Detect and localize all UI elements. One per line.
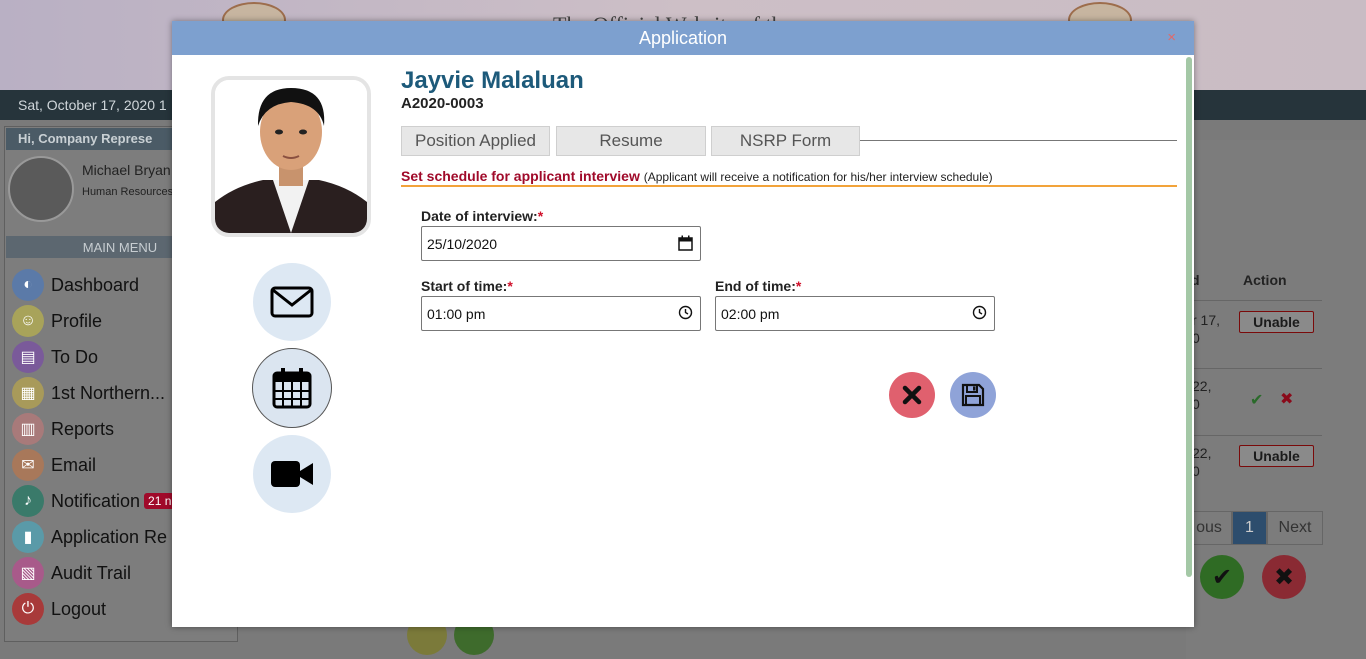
sidebar-item-label: Audit Trail — [51, 562, 132, 583]
table-header-action[interactable]: Action — [1243, 272, 1287, 288]
modal-scrollbar[interactable] — [1186, 57, 1192, 577]
sidebar-item-to-do[interactable]: ▤ To Do — [12, 341, 98, 373]
audit-icon: ▧ — [12, 557, 44, 589]
pager-next[interactable]: Next — [1267, 511, 1323, 545]
approve-all-button[interactable]: ✔ — [1200, 555, 1244, 599]
tab-nsrp-form[interactable]: NSRP Form — [711, 126, 860, 156]
calendar-icon — [272, 368, 312, 409]
modal-header: Application × — [172, 21, 1194, 55]
start-time-value: 01:00 pm — [427, 306, 486, 322]
tab-divider — [860, 140, 1177, 141]
applicant-name: Jayvie Malaluan — [401, 67, 584, 94]
sidebar-item-dashboard[interactable]: ◐ Dashboard — [12, 269, 139, 301]
sidebar-item-reports[interactable]: ▥ Reports — [12, 413, 114, 445]
user-name: Michael Bryan — [82, 162, 171, 178]
reject-all-button[interactable]: ✖ — [1262, 555, 1306, 599]
todo-icon: ▤ — [12, 341, 44, 373]
required-mark: * — [795, 278, 802, 294]
start-label-text: Start of time: — [421, 278, 508, 294]
sidebar-item-audit-trail[interactable]: ▧ Audit Trail — [12, 557, 131, 589]
cancel-button[interactable] — [889, 372, 935, 418]
end-time-label: End of time:* — [715, 278, 801, 294]
application-modal: Application × Jayvie Malaluan A2020-0003… — [172, 21, 1194, 627]
avatar — [8, 156, 74, 222]
date-of-interview-input[interactable]: 25/10/2020 — [421, 226, 701, 261]
calendar-picker-icon[interactable] — [678, 235, 693, 251]
sidebar-item-application-re[interactable]: ▮ Application Re — [12, 521, 167, 553]
bookmark-icon: ▮ — [12, 521, 44, 553]
email-icon: ✉ — [12, 449, 44, 481]
sidebar-item-label: Logout — [51, 598, 107, 619]
email-button[interactable] — [253, 263, 331, 341]
bell-icon: ♪ — [12, 485, 44, 517]
sidebar-item-label: Dashboard — [51, 274, 140, 295]
tab-resume[interactable]: Resume — [556, 126, 706, 156]
date-value: 25/10/2020 — [427, 236, 498, 252]
approve-icon[interactable]: ✔ — [1250, 390, 1263, 410]
pager-current[interactable]: 1 — [1232, 511, 1267, 545]
sidebar-item-notification[interactable]: ♪ Notification 21 n — [12, 485, 176, 517]
video-call-button[interactable] — [253, 435, 331, 513]
check-icon: ✔ — [1211, 563, 1233, 591]
sidebar-item-profile[interactable]: ☺ Profile — [12, 305, 102, 337]
sidebar-item-email[interactable]: ✉ Email — [12, 449, 96, 481]
date-label-text: Date of interview: — [421, 208, 538, 224]
end-label-text: End of time: — [715, 278, 796, 294]
close-icon: ✖ — [1273, 563, 1295, 591]
save-button[interactable] — [950, 372, 996, 418]
building-icon: ▦ — [12, 377, 44, 409]
start-time-label: Start of time:* — [421, 278, 513, 294]
schedule-note: (Applicant will receive a notification f… — [643, 170, 993, 184]
schedule-heading: Set schedule for applicant interview (Ap… — [401, 168, 993, 184]
table-divider — [1190, 435, 1322, 436]
video-camera-icon — [271, 461, 313, 487]
unable-button[interactable]: Unable — [1239, 311, 1314, 333]
sidebar-item-label: Reports — [51, 418, 115, 439]
schedule-heading-text: Set schedule for applicant interview — [401, 168, 640, 184]
current-date: Sat, October 17, 2020 1 — [18, 97, 167, 113]
applicant-id: A2020-0003 — [401, 95, 484, 112]
sidebar-item-label: Email — [51, 454, 97, 475]
reject-icon[interactable]: ✖ — [1280, 389, 1293, 409]
profile-icon: ☺ — [12, 305, 44, 337]
heading-underline — [401, 185, 1177, 187]
clock-icon[interactable] — [678, 305, 693, 320]
required-mark: * — [537, 208, 544, 224]
sidebar-item-label: To Do — [51, 346, 99, 367]
dashboard-icon: ◐ — [12, 269, 44, 301]
clock-icon[interactable] — [972, 305, 987, 320]
save-icon — [961, 383, 985, 407]
close-button[interactable]: × — [1167, 29, 1176, 46]
tab-position-applied[interactable]: Position Applied — [401, 126, 550, 156]
modal-title: Application — [638, 28, 728, 48]
sidebar-item-label: Profile — [51, 310, 103, 331]
applicant-photo — [211, 76, 371, 237]
envelope-icon — [270, 286, 314, 318]
date-of-interview-label: Date of interview:* — [421, 208, 543, 224]
reports-icon: ▥ — [12, 413, 44, 445]
end-time-input[interactable]: 02:00 pm — [715, 296, 995, 331]
sidebar-item-label: Notification — [51, 490, 141, 511]
table-cell-date: r 17, — [1192, 312, 1221, 328]
table-cell-date: 22, — [1192, 445, 1212, 461]
power-icon: ⏻ — [12, 593, 44, 625]
table-divider — [1190, 368, 1322, 369]
table-cell-date: 22, — [1192, 378, 1212, 394]
end-time-value: 02:00 pm — [721, 306, 780, 322]
unable-button[interactable]: Unable — [1239, 445, 1314, 467]
sidebar-item-1st-northern[interactable]: ▦ 1st Northern... — [12, 377, 165, 409]
notification-badge: 21 n — [144, 493, 176, 509]
required-mark: * — [507, 278, 513, 294]
schedule-button[interactable] — [252, 348, 332, 428]
sidebar-item-label: 1st Northern... — [51, 382, 166, 403]
applicant-portrait-icon — [215, 80, 367, 233]
sidebar-item-logout[interactable]: ⏻ Logout — [12, 593, 106, 625]
start-time-input[interactable]: 01:00 pm — [421, 296, 701, 331]
close-icon — [902, 385, 922, 405]
user-role: Human Resources — [82, 186, 174, 198]
sidebar-item-label: Application Re — [51, 526, 168, 547]
table-divider — [1190, 300, 1322, 301]
